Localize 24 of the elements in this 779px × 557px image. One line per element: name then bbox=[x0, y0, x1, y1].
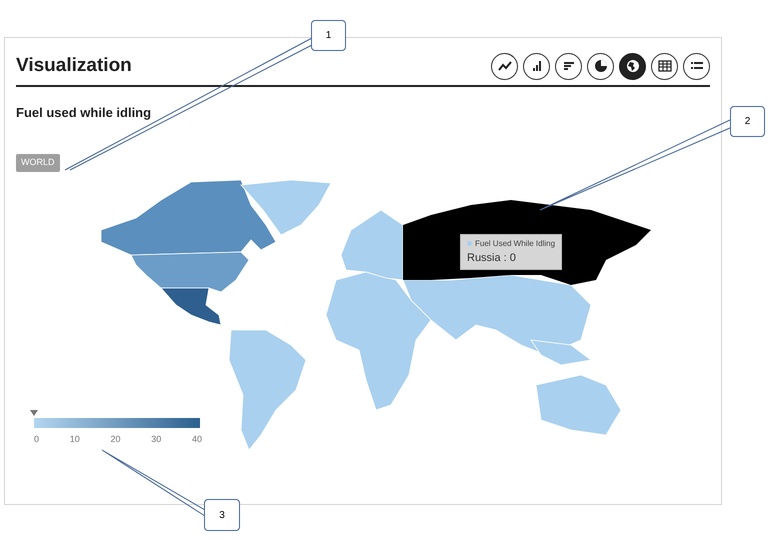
globe-icon bbox=[626, 59, 640, 74]
bar-view-button[interactable] bbox=[523, 52, 550, 80]
chart-subtitle: Fuel used while idling bbox=[16, 104, 152, 122]
pie-chart-icon bbox=[594, 59, 608, 74]
hbar-view-button[interactable] bbox=[555, 52, 582, 80]
panel-title: Visualization bbox=[16, 54, 132, 78]
line-view-button[interactable] bbox=[491, 52, 518, 80]
callout-marker: 2 bbox=[730, 106, 765, 137]
scale-tick-label: 0 bbox=[34, 432, 40, 446]
list-view-button[interactable] bbox=[683, 52, 710, 80]
region-tag: WORLD bbox=[16, 154, 60, 172]
tooltip-series: Fuel Used While Idling bbox=[475, 238, 556, 250]
table-view-button[interactable] bbox=[651, 52, 678, 80]
callout-marker: 1 bbox=[311, 20, 346, 51]
pie-view-button[interactable] bbox=[587, 52, 614, 80]
scale-tick-label: 30 bbox=[151, 432, 162, 446]
scale-tick-label: 20 bbox=[110, 432, 120, 446]
tooltip-value: Russia : 0 bbox=[467, 250, 517, 266]
scale-tick-label: 40 bbox=[192, 432, 202, 446]
map-view-button[interactable] bbox=[619, 52, 646, 80]
line-chart-icon bbox=[498, 59, 512, 74]
callout-marker: 3 bbox=[204, 499, 240, 531]
table-icon bbox=[658, 59, 672, 74]
scale-tick-label: 10 bbox=[70, 432, 80, 446]
